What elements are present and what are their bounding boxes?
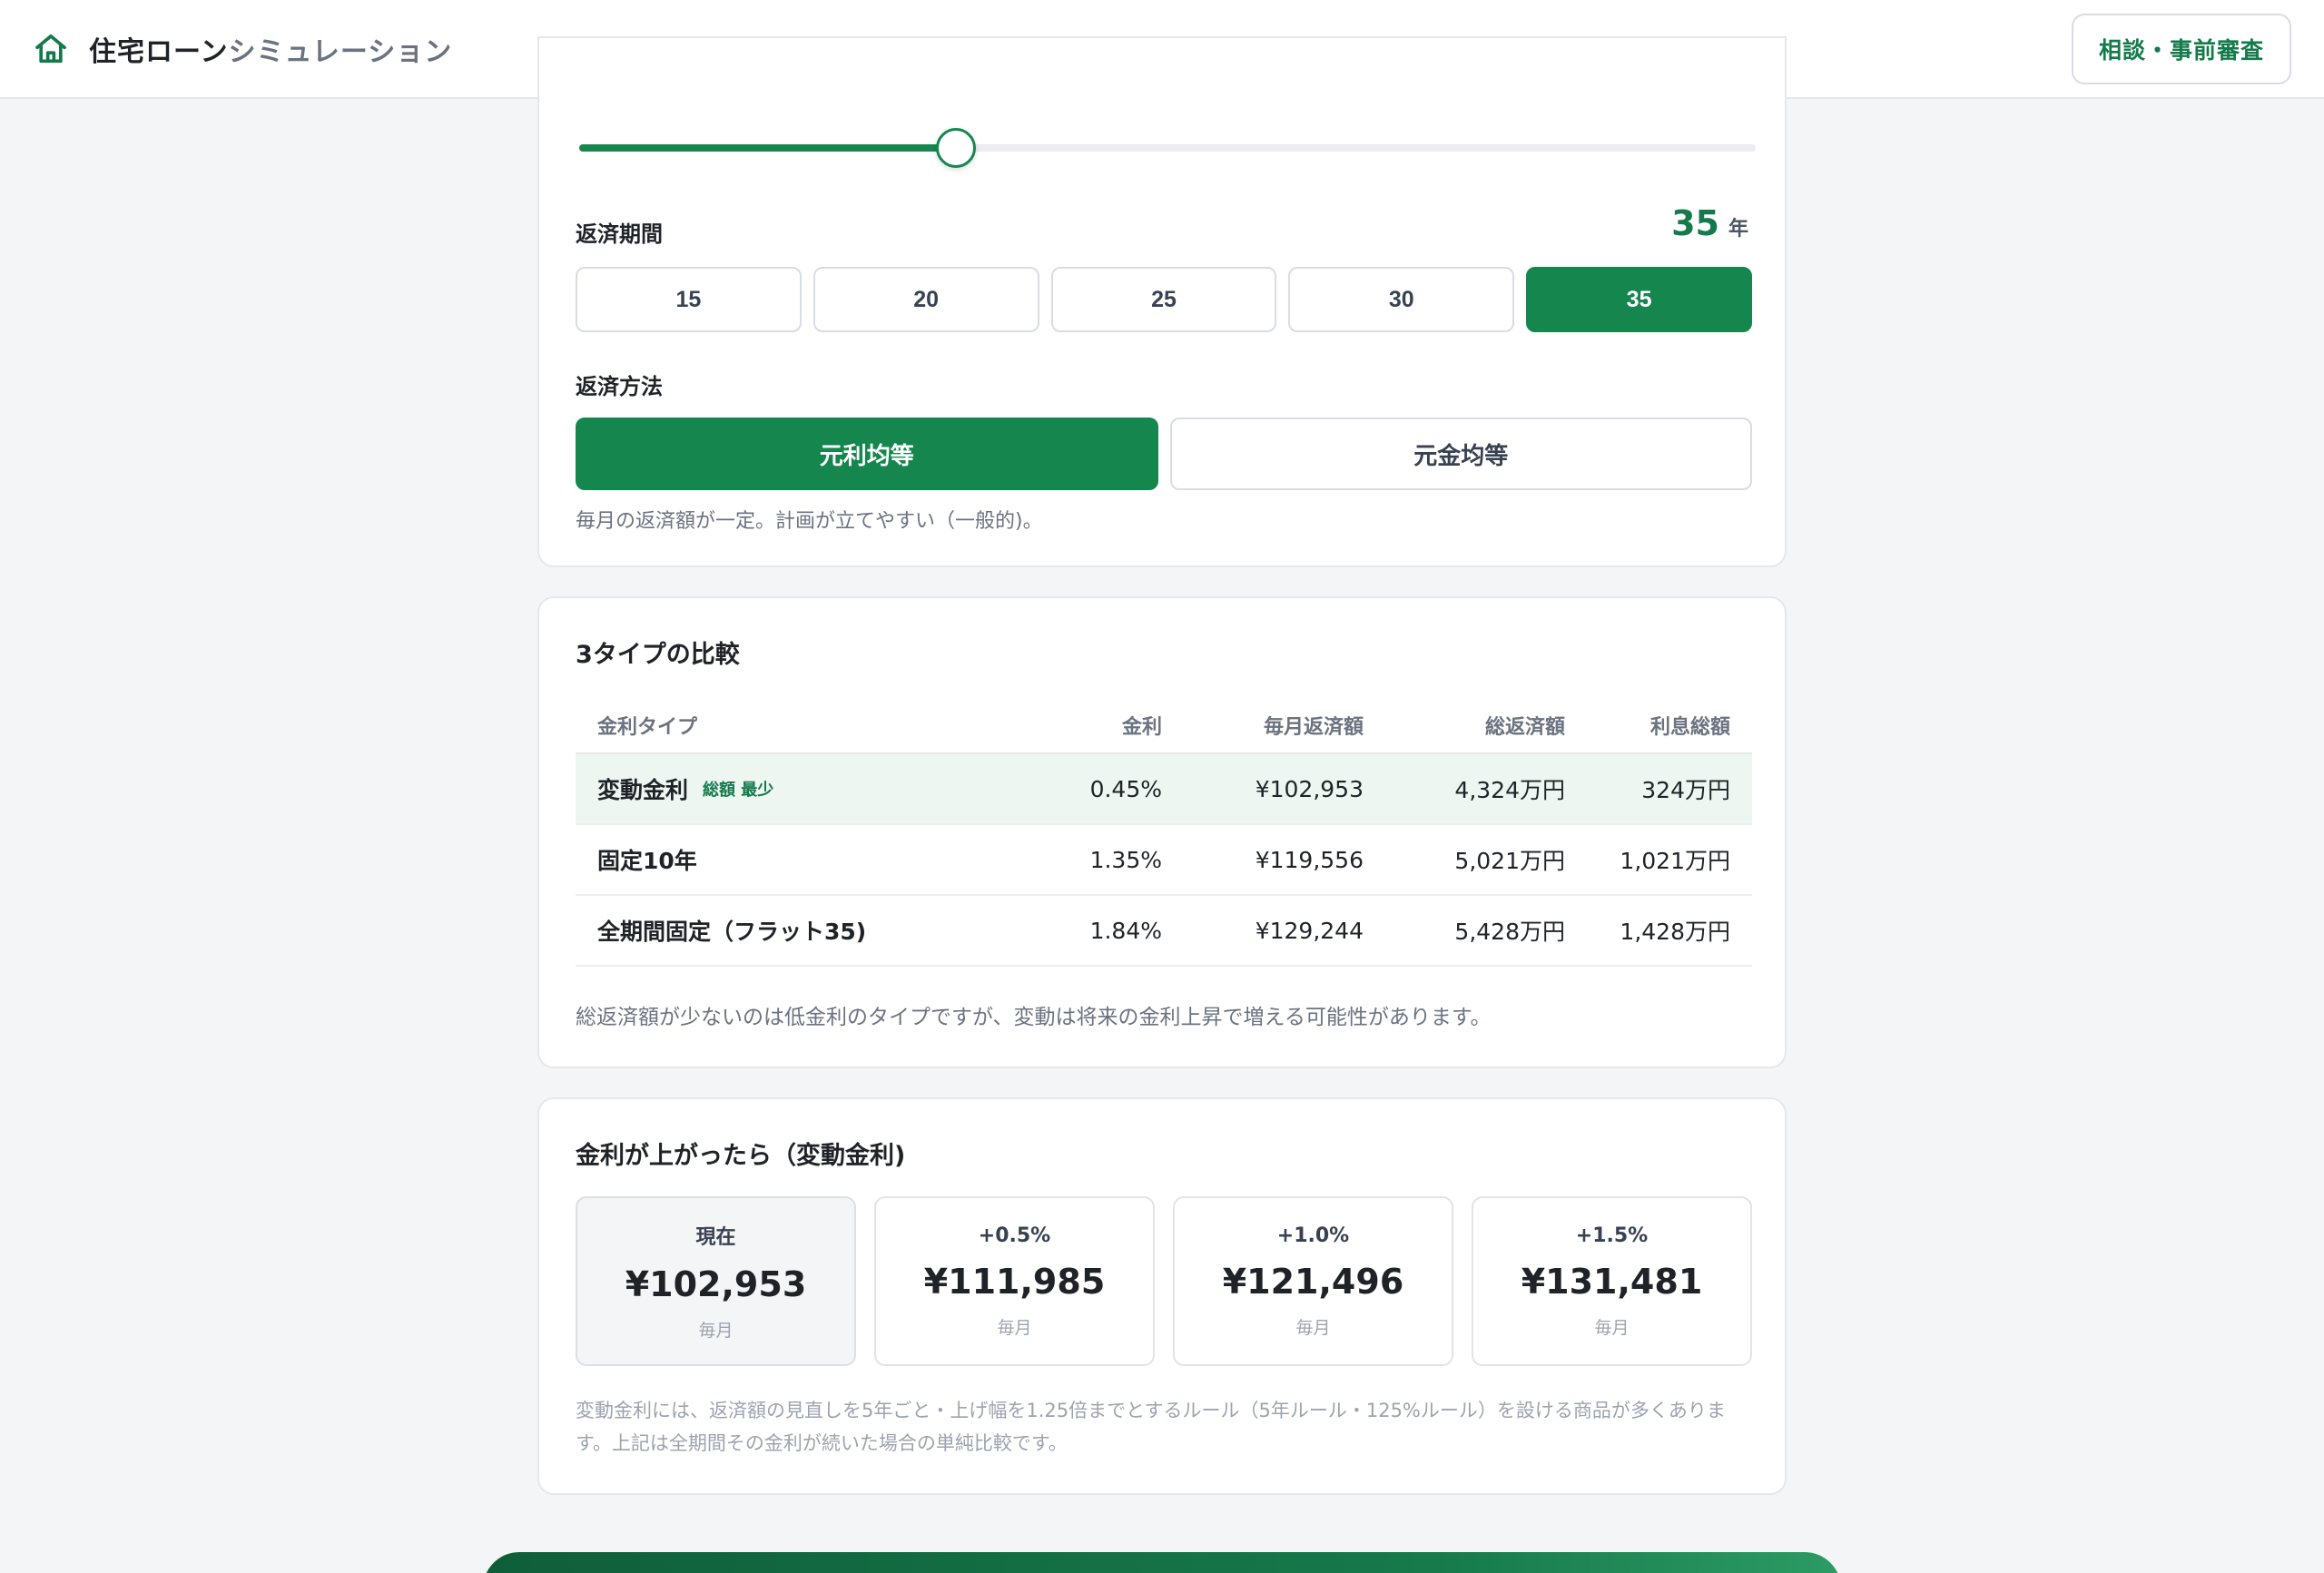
term-option-35[interactable]: 35 [1526,267,1752,332]
term-option-15[interactable]: 15 [576,267,802,332]
row-monthly: ¥129,244 [1255,917,1364,944]
method-label: 返済方法 [576,374,663,399]
method-option-equal-payment[interactable]: 元利均等 [576,418,1158,490]
term-option-25[interactable]: 25 [1050,267,1277,332]
comparison-card: 3タイプの比較 金利タイプ 金利 毎月返済額 総返済額 利息総額 変動金利 総額… [537,596,1787,1068]
comparison-note: 総返済額が少ないのは低金利のタイプですが、変動は将来の金利上昇で増える可能性があ… [576,1006,1492,1029]
scenario-amount: ¥131,481 [1521,1261,1703,1302]
scenario-label: 現在 [695,1226,736,1249]
lowest-total-badge: 総額 最少 [703,781,774,800]
app-title-strong: 住宅ローン [89,35,229,68]
row-interest: 1,428万円 [1620,919,1730,945]
scenario-label: +1.0% [1276,1224,1350,1247]
row-total: 5,021万円 [1454,848,1565,874]
term-value: 35 年 [1671,203,1748,243]
row-type: 固定10年 [597,848,697,874]
row-monthly: ¥119,556 [1255,846,1364,873]
header-total: 総返済額 [1484,716,1565,739]
scenario-list: 現在 ¥102,953 毎月 +0.5% ¥111,985 毎月 +1.0% ¥… [576,1196,1752,1366]
term-value-unit: 年 [1728,218,1748,241]
scenario-plus-1-5: +1.5% ¥131,481 毎月 [1472,1196,1752,1366]
term-value-number: 35 [1671,203,1719,243]
row-type: 全期間固定（フラット35) [597,919,867,945]
row-type-cell: 変動金利 総額 最少 [576,772,1011,805]
method-options: 元利均等 元金均等 [576,418,1752,490]
row-type-cell: 全期間固定（フラット35) [576,914,1011,947]
scenario-unit: 毎月 [698,1321,734,1341]
scenario-plus-0-5: +0.5% ¥111,985 毎月 [874,1196,1155,1366]
amount-slider[interactable] [579,128,1756,168]
scenario-amount: ¥102,953 [625,1264,807,1304]
rate-rise-card: 金利が上がったら（変動金利) 現在 ¥102,953 毎月 +0.5% ¥111… [537,1097,1787,1495]
rate-rise-note: 変動金利には、返済額の見直しを5年ごと・上げ幅を1.25倍までとするルール（5年… [576,1400,1726,1454]
term-option-30[interactable]: 30 [1288,267,1515,332]
row-interest: 324万円 [1641,777,1730,803]
consult-button[interactable]: 相談・事前審査 [2071,13,2291,84]
scenario-unit: 毎月 [1594,1317,1630,1338]
home-icon [35,34,66,63]
rate-rise-title: 金利が上がったら（変動金利) [576,1142,906,1170]
amount-slider-fill [579,144,956,152]
row-total: 4,324万円 [1454,777,1565,803]
settings-card: 返済期間 35 年 15 20 25 30 35 返済方法 元利均等 元金均等 … [537,36,1787,567]
header-monthly: 毎月返済額 [1263,716,1364,739]
row-monthly: ¥102,953 [1255,775,1364,802]
bottom-cta-bar[interactable] [483,1552,1841,1573]
amount-slider-thumb[interactable] [935,128,976,168]
scenario-label: +1.5% [1575,1224,1649,1247]
scenario-amount: ¥121,496 [1222,1261,1404,1302]
table-row-fixed10: 固定10年 1.35% ¥119,556 5,021万円 1,021万円 [576,825,1752,896]
method-note: 毎月の返済額が一定。計画が立てやすい（一般的)。 [576,510,1043,533]
row-type: 変動金利 [597,777,689,803]
term-label: 返済期間 [576,221,663,247]
app-title-light: シミュレーション [228,35,453,68]
scenario-unit: 毎月 [1295,1317,1331,1338]
scenario-current: 現在 ¥102,953 毎月 [576,1196,856,1366]
row-interest: 1,021万円 [1620,848,1730,874]
method-option-equal-principal[interactable]: 元金均等 [1169,418,1752,490]
scenario-unit: 毎月 [997,1317,1032,1338]
header-interest: 利息総額 [1649,716,1730,739]
row-rate: 1.35% [1089,846,1162,873]
term-options: 15 20 25 30 35 [576,267,1752,332]
header-rate: 金利 [1121,716,1162,739]
table-row-variable: 変動金利 総額 最少 0.45% ¥102,953 4,324万円 324万円 [576,754,1752,825]
term-option-20[interactable]: 20 [812,267,1039,332]
row-rate: 1.84% [1089,917,1162,944]
row-total: 5,428万円 [1454,919,1565,945]
comparison-title: 3タイプの比較 [576,641,740,669]
scenario-label: +0.5% [978,1224,1051,1247]
scenario-plus-1-0: +1.0% ¥121,496 毎月 [1173,1196,1453,1366]
scenario-amount: ¥111,985 [923,1261,1106,1302]
comparison-table: 金利タイプ 金利 毎月返済額 総返済額 利息総額 変動金利 総額 最少 0.45… [576,698,1752,967]
app-title: 住宅ローンシミュレーション [89,29,452,69]
table-header: 金利タイプ 金利 毎月返済額 総返済額 利息総額 [576,698,1752,754]
row-rate: 0.45% [1089,775,1162,802]
row-type-cell: 固定10年 [576,843,1011,876]
brand[interactable]: 住宅ローンシミュレーション [33,29,452,69]
table-row-flat35: 全期間固定（フラット35) 1.84% ¥129,244 5,428万円 1,4… [576,896,1752,967]
header-type: 金利タイプ [597,716,698,739]
